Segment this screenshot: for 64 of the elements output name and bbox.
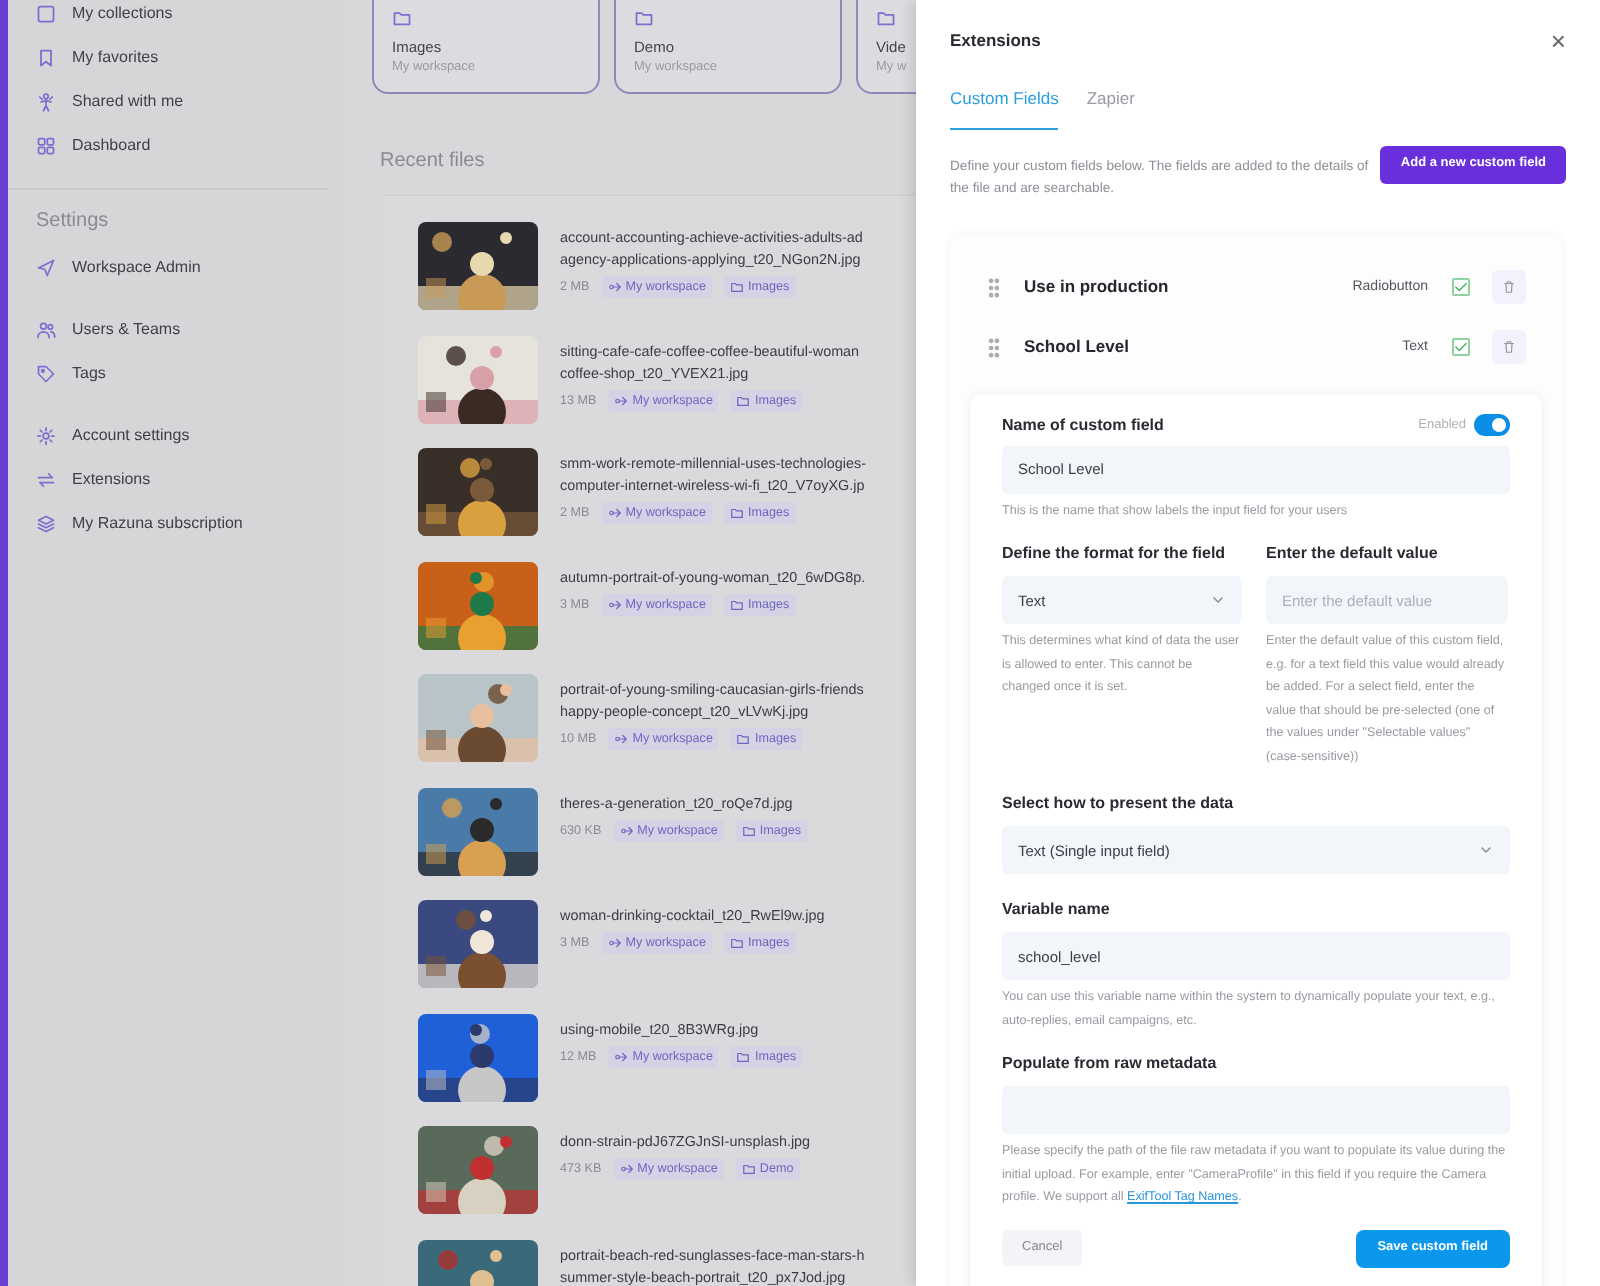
- close-button[interactable]: ×: [1550, 27, 1566, 53]
- person-icon: [36, 92, 56, 112]
- field-label: Enter the default value: [1266, 542, 1440, 567]
- folder-icon: [729, 280, 744, 295]
- arrows-icon: [36, 470, 56, 490]
- drag-handle-icon: [988, 337, 1000, 358]
- checkbox[interactable]: [1452, 278, 1470, 297]
- share-icon: [619, 1162, 634, 1177]
- sidebar-item[interactable]: My favorites: [36, 36, 344, 80]
- field-name: School Level: [1024, 334, 1131, 361]
- sidebar-item[interactable]: Users & Teams: [36, 308, 344, 352]
- folder-icon: [736, 1049, 751, 1064]
- bookmark-icon: [36, 48, 56, 68]
- drag-handle-icon: [988, 277, 1000, 298]
- trash-icon: [1502, 280, 1516, 295]
- folder-icon: [741, 1162, 756, 1177]
- share-icon: [607, 597, 622, 612]
- folder-icon: [736, 732, 751, 747]
- section-heading: Recent files: [380, 148, 487, 176]
- sidebar-item[interactable]: Shared with me: [36, 80, 344, 124]
- field-label: Select how to present the data: [1002, 792, 1236, 817]
- share-icon: [607, 506, 622, 521]
- field-name: Use in production: [1024, 274, 1171, 301]
- sidebar-item[interactable]: Account settings: [36, 414, 344, 458]
- field-label: Variable name: [1002, 898, 1112, 923]
- sidebar-item[interactable]: My collections: [36, 0, 344, 36]
- field-label: Define the format for the field: [1002, 542, 1228, 567]
- users-icon: [36, 320, 56, 340]
- sidebar-item[interactable]: Extensions: [36, 458, 344, 502]
- send-icon: [36, 258, 56, 278]
- sidebar-item[interactable]: My Razuna subscription: [36, 502, 344, 546]
- tag-icon: [36, 364, 56, 384]
- folder-icon: [392, 8, 412, 28]
- folder-icon: [876, 8, 896, 28]
- panel-title: Extensions: [950, 27, 1041, 53]
- section-heading: Settings: [36, 208, 111, 234]
- share-icon: [614, 1049, 629, 1064]
- trash-icon: [1502, 340, 1516, 355]
- sidebar-item[interactable]: Workspace Admin: [36, 246, 344, 290]
- toggle-switch[interactable]: [1474, 414, 1510, 437]
- sidebar-item[interactable]: Tags: [36, 352, 344, 396]
- check-icon: [1454, 340, 1468, 355]
- folder-icon: [729, 597, 744, 612]
- gear-icon: [36, 426, 56, 446]
- field-label: Name of custom field: [1002, 413, 1164, 438]
- grid-icon: [36, 136, 56, 156]
- square-icon: [36, 4, 56, 24]
- share-icon: [614, 393, 629, 408]
- field-label: Populate from raw metadata: [1002, 1052, 1219, 1077]
- share-icon: [614, 732, 629, 747]
- folder-icon: [634, 8, 654, 28]
- folder-icon: [729, 506, 744, 521]
- share-icon: [607, 936, 622, 951]
- share-icon: [619, 823, 634, 838]
- delete-button[interactable]: [1492, 330, 1526, 365]
- delete-button[interactable]: [1492, 270, 1526, 305]
- folder-icon: [736, 393, 751, 408]
- check-icon: [1454, 280, 1468, 295]
- layers-icon: [36, 514, 56, 534]
- checkbox[interactable]: [1452, 338, 1470, 357]
- sidebar-item[interactable]: Dashboard: [36, 124, 344, 168]
- share-icon: [607, 280, 622, 295]
- folder-icon: [741, 823, 756, 838]
- folder-icon: [729, 936, 744, 951]
